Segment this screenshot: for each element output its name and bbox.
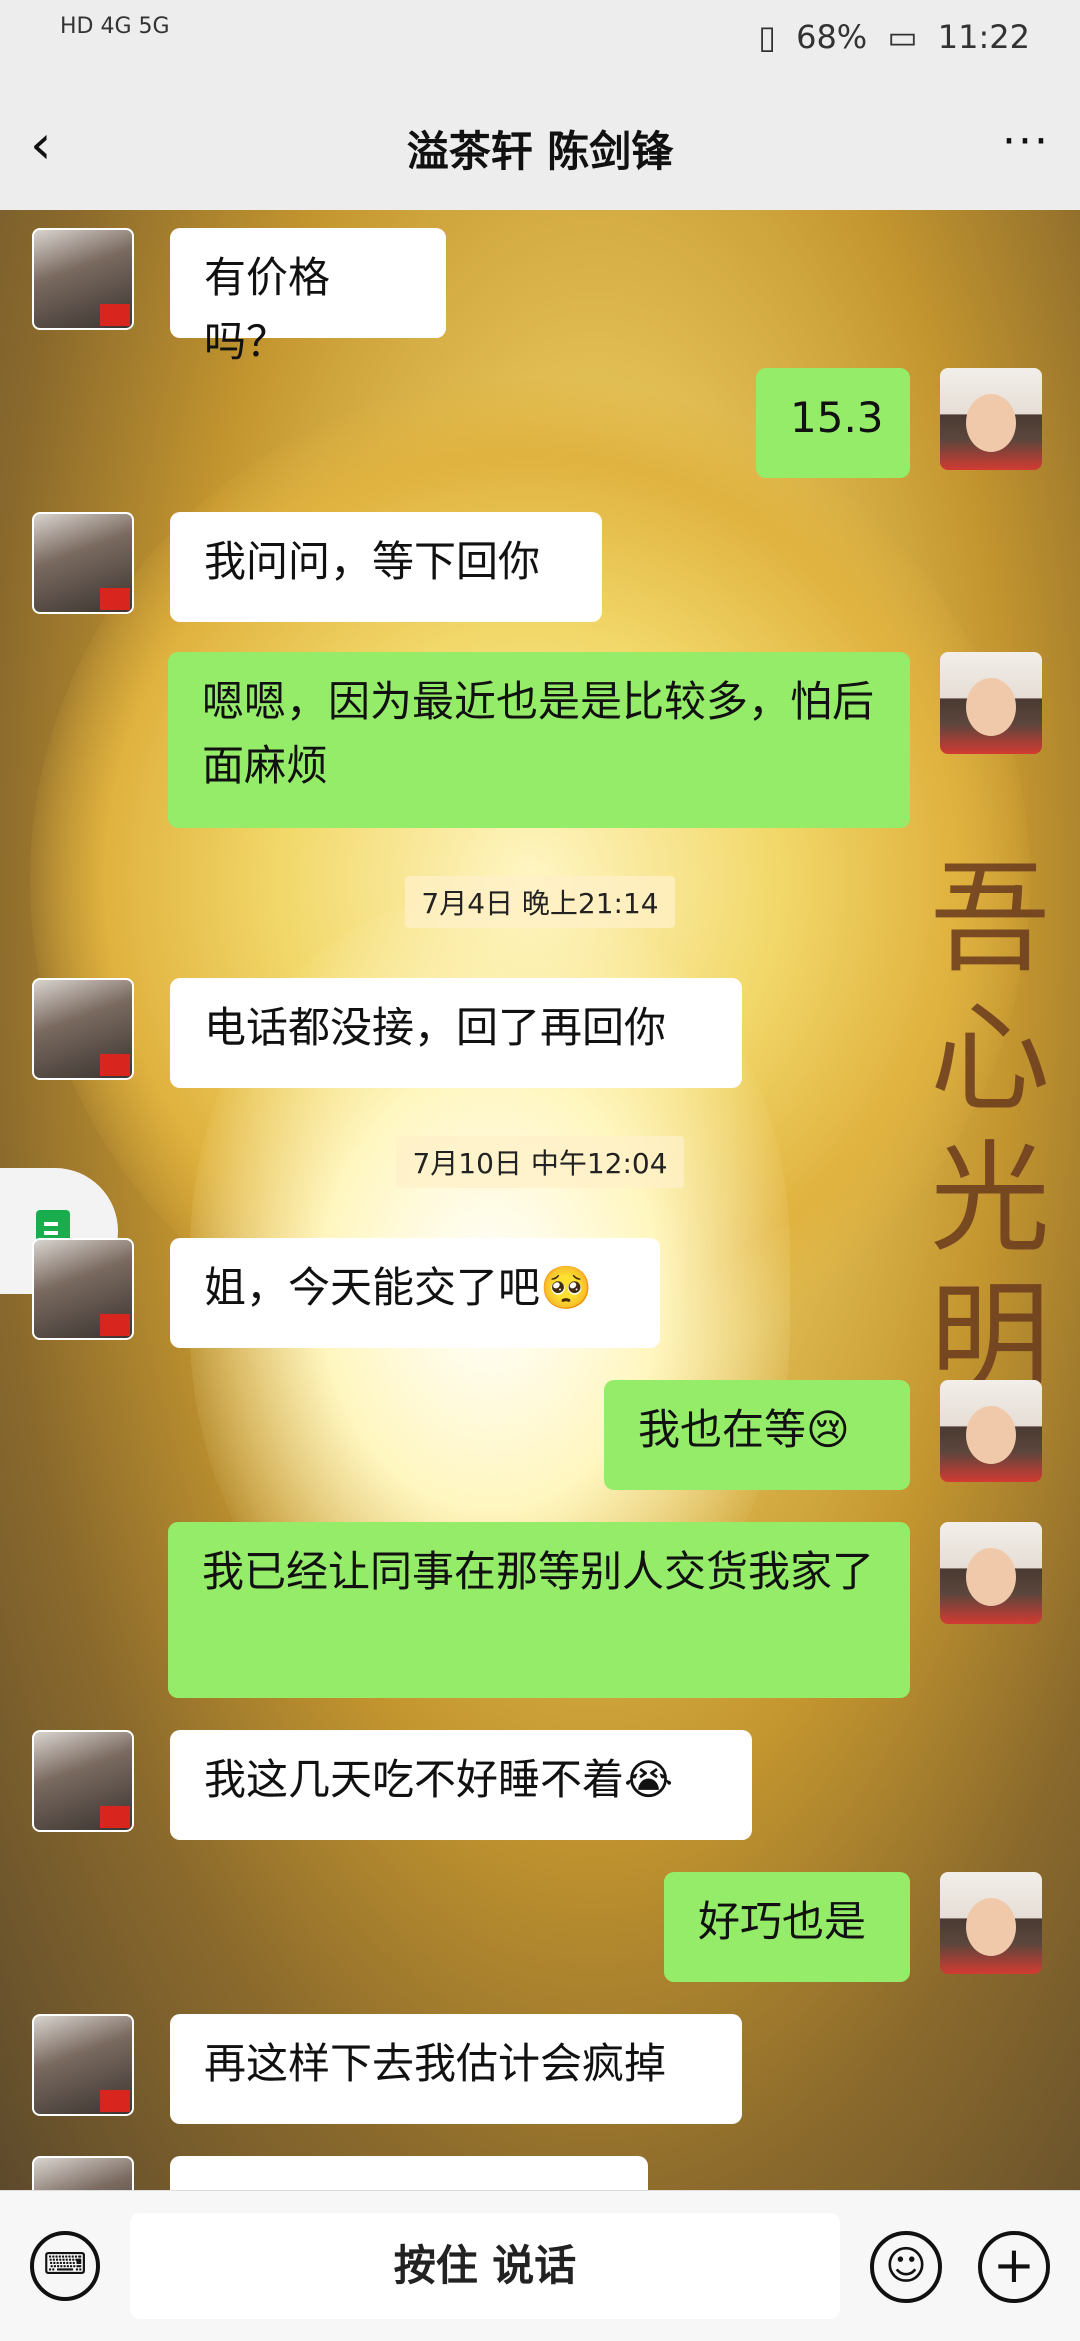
vibrate-icon: ▯: [758, 18, 776, 56]
status-bar: HD 4G 5G ▯ 68% ▭ 11:22: [0, 0, 1080, 80]
message-bubble-in[interactable]: 电话都没接，回了再回你: [170, 978, 742, 1088]
timestamp: 7月4日 晚上21:14: [0, 876, 1080, 928]
plus-icon[interactable]: +: [978, 2231, 1050, 2303]
battery-level: 68%: [796, 18, 868, 56]
message-bubble-in[interactable]: 再这样下去我估计会疯掉: [170, 2014, 742, 2124]
contact-avatar[interactable]: [32, 2014, 134, 2116]
timestamp: 7月10日 中午12:04: [0, 1136, 1080, 1188]
my-avatar[interactable]: [940, 368, 1042, 470]
more-icon[interactable]: ···: [1002, 116, 1050, 167]
status-right: ▯ 68% ▭ 11:22: [748, 18, 1030, 56]
emoji-icon[interactable]: ☺: [870, 2231, 942, 2303]
contact-avatar[interactable]: [32, 512, 134, 614]
message-bubble-out[interactable]: 嗯嗯，因为最近也是是比较多，怕后面麻烦: [168, 652, 910, 828]
contact-avatar[interactable]: [32, 978, 134, 1080]
clock: 11:22: [937, 18, 1030, 56]
message-bubble-in[interactable]: 有价格吗？: [170, 228, 446, 366]
network-indicators: HD 4G 5G: [60, 14, 170, 39]
background-calligraphy: 吾 心 光 明: [930, 850, 1050, 1409]
message-bubble-in[interactable]: 我这几天吃不好睡不着😭: [170, 1730, 752, 1840]
message-bubble-out[interactable]: 我也在等😢: [604, 1380, 910, 1490]
battery-icon: ▭: [887, 18, 918, 56]
chat-header: ‹ 溢茶轩 陈剑锋 ···: [0, 80, 1080, 210]
keyboard-icon[interactable]: ⌨: [30, 2231, 100, 2301]
my-avatar[interactable]: [940, 1522, 1042, 1624]
contact-avatar[interactable]: [32, 1730, 134, 1832]
hold-to-talk-button[interactable]: 按住 说话: [130, 2213, 840, 2319]
message-bubble-in[interactable]: 我问问，等下回你: [170, 512, 602, 622]
chat-title: 溢茶轩 陈剑锋: [406, 127, 674, 176]
contact-avatar[interactable]: [32, 1238, 134, 1340]
my-avatar[interactable]: [940, 1380, 1042, 1482]
my-avatar[interactable]: [940, 1872, 1042, 1974]
message-bubble-out[interactable]: 好巧也是: [664, 1872, 910, 1982]
message-bubble-in[interactable]: 姐，今天能交了吧🥺: [170, 1238, 660, 1348]
message-bubble-out[interactable]: 15.3: [756, 368, 910, 478]
chat-background: 吾 心 光 明: [0, 210, 1080, 2190]
input-bar: ⌨ 按住 说话 ☺ +: [0, 2190, 1080, 2341]
message-bubble-out[interactable]: 我已经让同事在那等别人交货我家了: [168, 1522, 910, 1698]
my-avatar[interactable]: [940, 652, 1042, 754]
contact-avatar[interactable]: [32, 228, 134, 330]
